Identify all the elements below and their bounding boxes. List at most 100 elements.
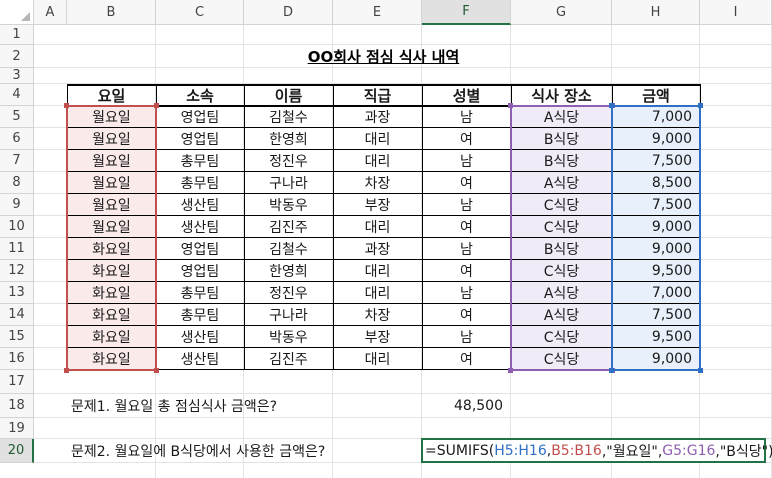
table-cell[interactable]: 김철수 bbox=[244, 106, 333, 128]
table-cell[interactable]: 여 bbox=[422, 348, 511, 370]
table-cell[interactable]: 과장 bbox=[333, 106, 422, 128]
table-cell[interactable]: 차장 bbox=[333, 172, 422, 194]
row-header-4[interactable]: 4 bbox=[0, 84, 34, 106]
table-cell[interactable]: 영업팀 bbox=[156, 238, 244, 260]
table-cell[interactable]: 구나라 bbox=[244, 172, 333, 194]
table-cell[interactable]: 박동우 bbox=[244, 326, 333, 348]
table-cell[interactable]: 김진주 bbox=[244, 216, 333, 238]
row-header-7[interactable]: 7 bbox=[0, 150, 34, 172]
row-header-14[interactable]: 14 bbox=[0, 304, 34, 326]
table-header-1[interactable]: 요일 bbox=[67, 84, 156, 106]
row-header-11[interactable]: 11 bbox=[0, 238, 34, 260]
table-cell[interactable]: 여 bbox=[422, 216, 511, 238]
table-cell[interactable]: 대리 bbox=[333, 260, 422, 282]
table-cell[interactable]: 총무팀 bbox=[156, 282, 244, 304]
table-header-6[interactable]: 식사 장소 bbox=[511, 84, 612, 106]
table-border-top bbox=[67, 84, 701, 86]
row-header-18[interactable]: 18 bbox=[0, 394, 34, 418]
table-cell[interactable]: 대리 bbox=[333, 128, 422, 150]
table-cell[interactable]: 영업팀 bbox=[156, 260, 244, 282]
formula-edit-cell-f20[interactable]: =SUMIFS(H5:H16, B5:B16 ,"월요일", G5:G16 ,"B식당"… bbox=[421, 438, 772, 463]
row-header-3[interactable]: 3 bbox=[0, 68, 34, 84]
range-outline-b5-b16-handle[interactable] bbox=[64, 368, 69, 373]
column-header-d[interactable]: D bbox=[244, 0, 333, 25]
range-outline-h5-h16-handle[interactable] bbox=[698, 368, 703, 373]
row-header-8[interactable]: 8 bbox=[0, 172, 34, 194]
table-header-2[interactable]: 소속 bbox=[156, 84, 244, 106]
table-cell[interactable]: 박동우 bbox=[244, 194, 333, 216]
table-cell[interactable]: 총무팀 bbox=[156, 150, 244, 172]
range-outline-b5-b16-handle[interactable] bbox=[64, 103, 69, 108]
row-header-16[interactable]: 16 bbox=[0, 348, 34, 370]
table-cell[interactable]: 한영희 bbox=[244, 128, 333, 150]
row-header-12[interactable]: 12 bbox=[0, 260, 34, 282]
column-header-a[interactable]: A bbox=[34, 0, 67, 25]
table-cell[interactable]: 총무팀 bbox=[156, 172, 244, 194]
table-cell[interactable]: 남 bbox=[422, 150, 511, 172]
row-header-20[interactable]: 20 bbox=[0, 439, 34, 463]
row-header-13[interactable]: 13 bbox=[0, 282, 34, 304]
row-header-9[interactable]: 9 bbox=[0, 194, 34, 216]
column-header-g[interactable]: G bbox=[511, 0, 612, 25]
table-cell[interactable]: 생산팀 bbox=[156, 194, 244, 216]
table-cell[interactable]: 남 bbox=[422, 326, 511, 348]
table-header-3[interactable]: 이름 bbox=[244, 84, 333, 106]
table-cell[interactable]: 총무팀 bbox=[156, 304, 244, 326]
table-cell[interactable]: 대리 bbox=[333, 216, 422, 238]
column-header-e[interactable]: E bbox=[333, 0, 422, 25]
range-outline-h5-h16-handle[interactable] bbox=[609, 368, 614, 373]
table-cell[interactable]: 정진우 bbox=[244, 150, 333, 172]
range-outline-b5-b16-handle[interactable] bbox=[154, 368, 159, 373]
table-cell[interactable]: 남 bbox=[422, 282, 511, 304]
column-header-b[interactable]: B bbox=[67, 0, 156, 25]
table-cell[interactable]: 생산팀 bbox=[156, 348, 244, 370]
range-outline-h5-h16 bbox=[611, 105, 701, 371]
select-all-corner[interactable] bbox=[0, 0, 34, 25]
row-header-1[interactable]: 1 bbox=[0, 25, 34, 45]
row-header-2[interactable]: 2 bbox=[0, 45, 34, 68]
range-outline-h5-h16-handle[interactable] bbox=[609, 103, 614, 108]
table-cell[interactable]: 부장 bbox=[333, 326, 422, 348]
table-cell[interactable]: 김철수 bbox=[244, 238, 333, 260]
table-cell[interactable]: 대리 bbox=[333, 282, 422, 304]
table-cell[interactable]: 생산팀 bbox=[156, 216, 244, 238]
table-cell[interactable]: 김진주 bbox=[244, 348, 333, 370]
table-cell[interactable]: 여 bbox=[422, 304, 511, 326]
table-cell[interactable]: 과장 bbox=[333, 238, 422, 260]
row-header-6[interactable]: 6 bbox=[0, 128, 34, 150]
column-header-c[interactable]: C bbox=[156, 0, 244, 25]
table-cell[interactable]: 영업팀 bbox=[156, 128, 244, 150]
table-cell[interactable]: 영업팀 bbox=[156, 106, 244, 128]
table-cell[interactable]: 생산팀 bbox=[156, 326, 244, 348]
row-header-15[interactable]: 15 bbox=[0, 326, 34, 348]
table-cell[interactable]: 여 bbox=[422, 128, 511, 150]
table-cell[interactable]: 남 bbox=[422, 238, 511, 260]
table-cell[interactable]: 대리 bbox=[333, 348, 422, 370]
question1-answer[interactable]: 48,500 bbox=[422, 394, 503, 418]
range-outline-b5-b16-handle[interactable] bbox=[154, 103, 159, 108]
table-cell[interactable]: 여 bbox=[422, 172, 511, 194]
table-cell[interactable]: 차장 bbox=[333, 304, 422, 326]
table-header-4[interactable]: 직급 bbox=[333, 84, 422, 106]
column-header-f[interactable]: F bbox=[422, 0, 511, 25]
row-header-5[interactable]: 5 bbox=[0, 106, 34, 128]
table-cell[interactable]: 부장 bbox=[333, 194, 422, 216]
table-cell[interactable]: 남 bbox=[422, 106, 511, 128]
range-outline-g5-g16-handle[interactable] bbox=[508, 368, 513, 373]
table-cell[interactable]: 한영희 bbox=[244, 260, 333, 282]
row-header-17[interactable]: 17 bbox=[0, 370, 34, 394]
table-cell[interactable]: 정진우 bbox=[244, 282, 333, 304]
table-cell[interactable]: 대리 bbox=[333, 150, 422, 172]
table-header-5[interactable]: 성별 bbox=[422, 84, 511, 106]
range-outline-h5-h16-handle[interactable] bbox=[698, 103, 703, 108]
row-header-10[interactable]: 10 bbox=[0, 216, 34, 238]
table-cell[interactable]: 여 bbox=[422, 260, 511, 282]
column-header-h[interactable]: H bbox=[612, 0, 700, 25]
column-header-i[interactable]: I bbox=[700, 0, 772, 25]
table-header-7[interactable]: 금액 bbox=[612, 84, 700, 106]
table-cell[interactable]: 구나라 bbox=[244, 304, 333, 326]
table-border-v bbox=[333, 84, 334, 370]
row-header-19[interactable]: 19 bbox=[0, 418, 34, 439]
table-cell[interactable]: 남 bbox=[422, 194, 511, 216]
range-outline-g5-g16-handle[interactable] bbox=[508, 103, 513, 108]
